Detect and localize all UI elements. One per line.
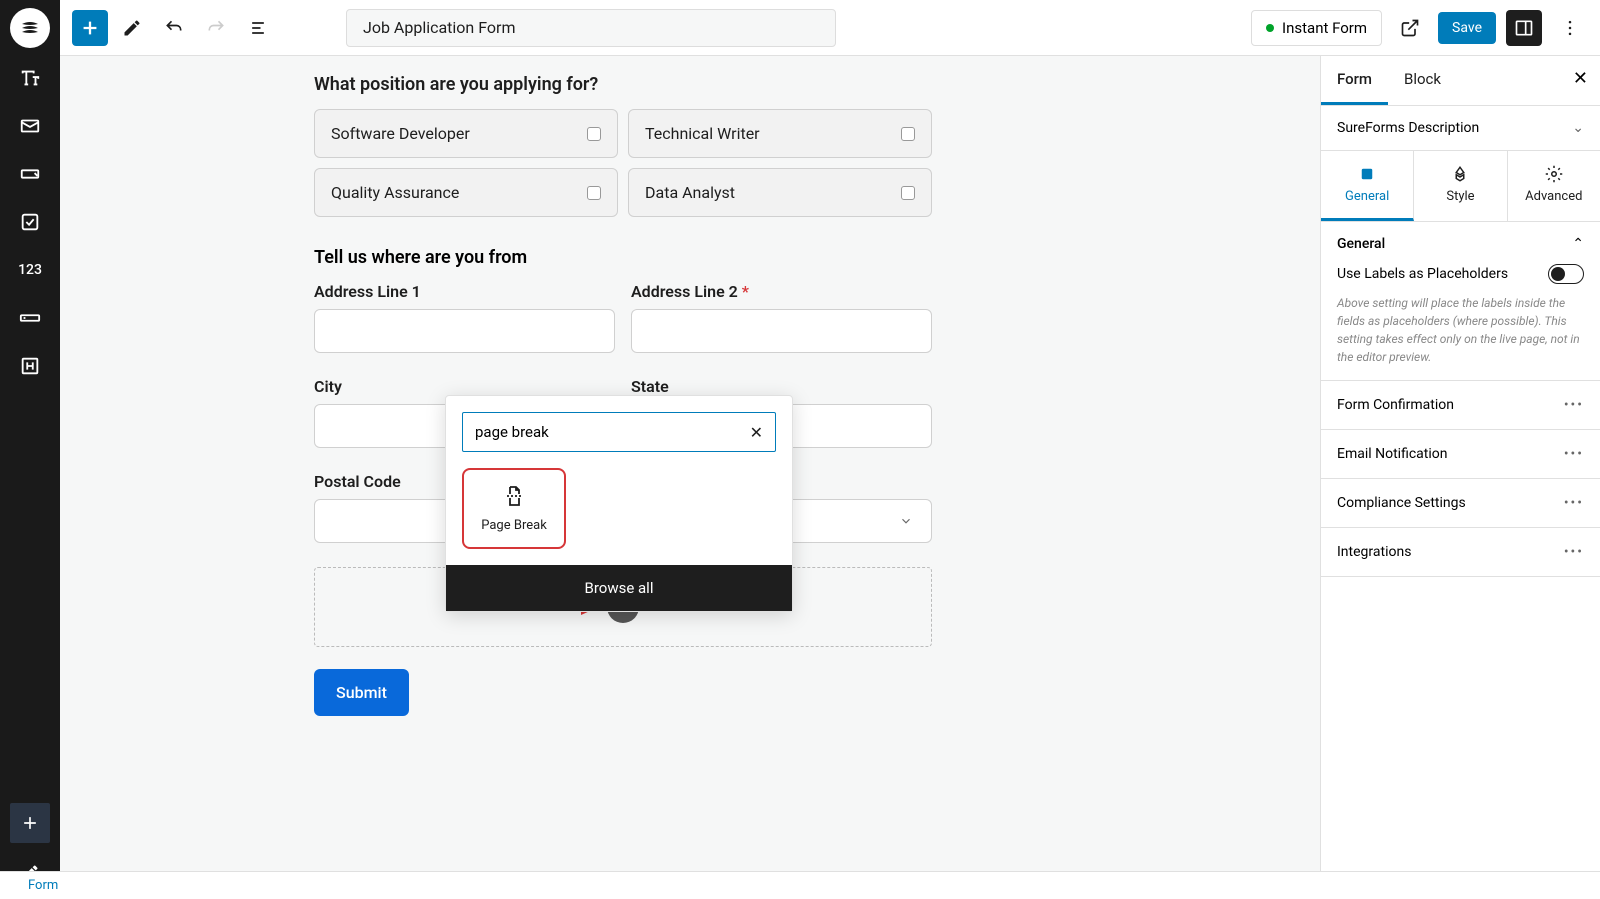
- gear-icon: [1545, 165, 1563, 183]
- close-sidebar-button[interactable]: ✕: [1573, 68, 1588, 89]
- subtab-general[interactable]: General: [1321, 151, 1414, 221]
- status-dot-icon: [1266, 24, 1274, 32]
- help-text: Above setting will place the labels insi…: [1337, 294, 1584, 366]
- address1-label: Address Line 1: [314, 282, 615, 301]
- list-view-button[interactable]: [240, 10, 276, 46]
- section-title: Tell us where are you from: [314, 247, 932, 268]
- sidebar-item-compliance-settings[interactable]: Compliance Settings•••: [1321, 479, 1600, 528]
- mail-icon[interactable]: [12, 108, 48, 144]
- option-quality-assurance[interactable]: Quality Assurance: [314, 168, 618, 217]
- redo-button[interactable]: [198, 10, 234, 46]
- chevron-down-icon: ⌄: [1572, 120, 1584, 136]
- sidebar-item-form-confirmation[interactable]: Form Confirmation•••: [1321, 381, 1600, 430]
- more-icon: •••: [1564, 495, 1584, 511]
- tab-block[interactable]: Block: [1388, 56, 1457, 105]
- typography-icon[interactable]: [12, 60, 48, 96]
- sidebar-item-email-notification[interactable]: Email Notification•••: [1321, 430, 1600, 479]
- submit-label: Submit: [336, 683, 387, 702]
- form-title-input[interactable]: Job Application Form: [346, 9, 836, 47]
- save-button[interactable]: Save: [1438, 12, 1496, 44]
- option-data-analyst[interactable]: Data Analyst: [628, 168, 932, 217]
- clear-search-button[interactable]: ✕: [750, 423, 763, 442]
- option-software-developer[interactable]: Software Developer: [314, 109, 618, 158]
- more-options-button[interactable]: [1552, 10, 1588, 46]
- instant-form-button[interactable]: Instant Form: [1251, 10, 1382, 46]
- address2-input[interactable]: [631, 309, 932, 353]
- block-inserter-popover: ✕ Page Break Browse all: [445, 395, 793, 612]
- save-label: Save: [1452, 20, 1482, 36]
- form-field-icon[interactable]: [12, 156, 48, 192]
- breadcrumb-label: Form: [28, 878, 58, 893]
- block-result-page-break[interactable]: Page Break: [462, 468, 566, 549]
- add-block-button[interactable]: [72, 10, 108, 46]
- inserter-search-wrapper: ✕: [462, 412, 776, 452]
- checkbox-icon[interactable]: [12, 204, 48, 240]
- more-icon: •••: [1564, 397, 1584, 413]
- tab-form[interactable]: Form: [1321, 56, 1388, 105]
- chevron-down-icon: [899, 514, 913, 528]
- question-label: What position are you applying for?: [314, 74, 932, 95]
- edit-mode-button[interactable]: [114, 10, 150, 46]
- description-section[interactable]: SureForms Description ⌄: [1321, 106, 1600, 151]
- subtab-style[interactable]: Style: [1414, 151, 1507, 221]
- browse-all-button[interactable]: Browse all: [446, 565, 792, 611]
- labels-placeholder-toggle[interactable]: [1548, 264, 1584, 284]
- add-element-button[interactable]: [10, 803, 50, 843]
- subtab-advanced[interactable]: Advanced: [1508, 151, 1600, 221]
- checkbox-icon: [587, 127, 601, 141]
- browse-all-label: Browse all: [585, 579, 654, 597]
- address2-label: Address Line 2 *: [631, 282, 932, 301]
- address1-input[interactable]: [314, 309, 615, 353]
- form-canvas: What position are you applying for? Soft…: [60, 56, 1320, 871]
- option-technical-writer[interactable]: Technical Writer: [628, 109, 932, 158]
- app-logo[interactable]: [10, 8, 50, 48]
- more-icon: •••: [1564, 446, 1584, 462]
- style-icon: [1451, 165, 1469, 183]
- state-label: State: [631, 377, 932, 396]
- top-toolbar: Job Application Form Instant Form Save: [60, 0, 1600, 56]
- labels-placeholder-label: Use Labels as Placeholders: [1337, 266, 1508, 282]
- form-title-text: Job Application Form: [363, 18, 515, 37]
- general-icon: [1358, 165, 1376, 183]
- number-icon[interactable]: 123: [12, 252, 48, 288]
- sidebar-item-integrations[interactable]: Integrations•••: [1321, 528, 1600, 577]
- submit-button[interactable]: Submit: [314, 669, 409, 716]
- block-result-label: Page Break: [481, 518, 547, 533]
- checkbox-icon: [587, 186, 601, 200]
- external-link-button[interactable]: [1392, 10, 1428, 46]
- checkbox-icon: [901, 127, 915, 141]
- checkbox-icon: [901, 186, 915, 200]
- breadcrumb[interactable]: Form: [0, 871, 1600, 899]
- sidebar-toggle-button[interactable]: [1506, 10, 1542, 46]
- inserter-search-input[interactable]: [475, 423, 750, 441]
- undo-button[interactable]: [156, 10, 192, 46]
- more-icon: •••: [1564, 544, 1584, 560]
- heading-icon[interactable]: [12, 348, 48, 384]
- right-sidebar: Form Block ✕ SureForms Description ⌄ Gen…: [1320, 56, 1600, 899]
- general-panel-header[interactable]: General ⌃: [1337, 236, 1584, 252]
- city-label: City: [314, 377, 615, 396]
- instant-form-label: Instant Form: [1282, 19, 1367, 37]
- input-icon[interactable]: [12, 300, 48, 336]
- left-sidebar: 123: [0, 0, 60, 899]
- description-label: SureForms Description: [1337, 120, 1479, 136]
- page-break-icon: [502, 484, 526, 508]
- chevron-up-icon: ⌃: [1572, 236, 1584, 252]
